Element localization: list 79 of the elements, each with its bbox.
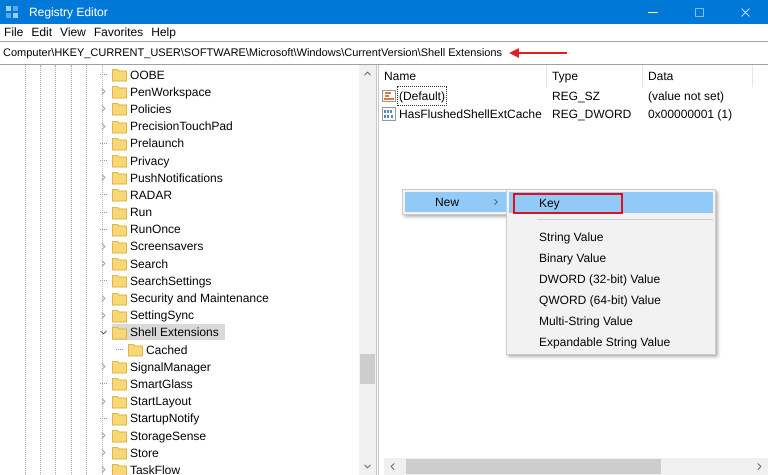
- maximize-icon: [694, 6, 704, 18]
- tree-item[interactable]: PushNotifications: [112, 170, 229, 186]
- folder-icon: [112, 118, 127, 134]
- tree-item[interactable]: TaskFlow: [112, 462, 186, 475]
- folder-icon: [112, 376, 127, 392]
- tree-item[interactable]: Privacy: [112, 152, 176, 169]
- folder-icon: [112, 324, 127, 340]
- tree-item[interactable]: SmartGlass: [112, 376, 199, 392]
- folder-icon: [112, 101, 127, 116]
- tree-item[interactable]: StartLayout: [112, 393, 198, 410]
- folder-icon: [112, 256, 127, 272]
- folder-icon: [112, 170, 127, 186]
- value-type: REG_DWORD: [551, 106, 632, 123]
- menu-item[interactable]: View: [56, 24, 90, 41]
- tree-item[interactable]: SignalManager: [112, 358, 217, 375]
- tree-item[interactable]: Security and Maintenance: [112, 290, 275, 306]
- tree-item[interactable]: PenWorkspace: [112, 84, 218, 100]
- folder-icon: [112, 84, 127, 100]
- folder-icon: [112, 428, 127, 444]
- tree-item[interactable]: Search: [112, 256, 174, 272]
- menu-item[interactable]: String Value: [509, 226, 713, 247]
- annotation-arrow: [509, 48, 568, 58]
- value-name[interactable]: (Default): [398, 87, 446, 105]
- value-data: 0x00000001 (1): [647, 106, 732, 123]
- column-header[interactable]: Type: [547, 65, 643, 87]
- folder-icon: [112, 136, 127, 151]
- folder-icon: [112, 394, 127, 409]
- menu-item[interactable]: File: [0, 24, 28, 41]
- folder-icon: [112, 290, 127, 306]
- tree-item[interactable]: Screensavers: [112, 238, 210, 254]
- tree-item[interactable]: RunOnce: [112, 221, 187, 238]
- window-title: Registry Editor: [29, 4, 108, 21]
- folder-icon: [112, 67, 127, 82]
- address-bar[interactable]: Computer\HKEY_CURRENT_USER\SOFTWARE\Microsoft\Windows\CurrentVersion\Shell Extensions: [0, 44, 506, 62]
- folder-icon: [112, 187, 127, 202]
- menu-item[interactable]: New: [405, 192, 507, 212]
- tree-item[interactable]: PrecisionTouchPad: [112, 118, 239, 134]
- tree-item[interactable]: OOBE: [112, 66, 171, 83]
- menu-item[interactable]: Multi-String Value: [509, 310, 713, 331]
- folder-icon: [128, 342, 143, 358]
- menu-item[interactable]: Expandable String Value: [509, 331, 713, 352]
- folder-icon: [112, 222, 127, 237]
- scroll-thumb[interactable]: [360, 354, 375, 384]
- vertical-scrollbar[interactable]: [359, 65, 376, 475]
- folder-icon: [112, 359, 127, 374]
- tree-item[interactable]: RADAR: [112, 186, 178, 203]
- column-header[interactable]: Data: [643, 65, 753, 87]
- horizontal-scrollbar[interactable]: [384, 458, 768, 475]
- tree-item[interactable]: Cached: [128, 342, 194, 358]
- tree-item[interactable]: SettingSync: [112, 307, 200, 324]
- registry-icon: [5, 5, 19, 19]
- menu-item[interactable]: Binary Value: [509, 247, 713, 268]
- folder-icon: [112, 273, 127, 288]
- tree-item[interactable]: Prelaunch: [112, 135, 190, 152]
- tree-item[interactable]: StorageSense: [112, 428, 212, 444]
- menu-item[interactable]: Favorites: [90, 24, 148, 41]
- folder-icon: [112, 462, 127, 475]
- folder-icon: [112, 204, 127, 220]
- column-header[interactable]: Name: [379, 65, 547, 87]
- scroll-thumb[interactable]: [406, 459, 661, 474]
- tree-item[interactable]: SearchSettings: [112, 272, 218, 289]
- menu-item[interactable]: Help: [147, 24, 180, 41]
- menu-item[interactable]: Edit: [27, 24, 56, 41]
- folder-icon: [112, 410, 127, 426]
- tree-item[interactable]: Policies: [112, 100, 178, 117]
- menu-item[interactable]: Key: [509, 192, 713, 213]
- menu-item[interactable]: DWORD (32-bit) Value: [509, 268, 713, 289]
- tree-item[interactable]: Store: [112, 444, 165, 461]
- folder-icon: [112, 308, 127, 323]
- value-data: (value not set): [647, 88, 724, 105]
- value-name[interactable]: HasFlushedShellExtCache: [398, 105, 543, 123]
- tree-item[interactable]: StartupNotify: [112, 410, 206, 426]
- folder-icon: [112, 238, 127, 254]
- tree-item[interactable]: Run: [112, 204, 158, 220]
- value-type: REG_SZ: [551, 88, 602, 105]
- tree-item[interactable]: Shell Extensions: [112, 324, 225, 340]
- folder-icon: [112, 153, 127, 168]
- folder-icon: [112, 445, 127, 460]
- menu-item[interactable]: QWORD (64-bit) Value: [509, 289, 713, 310]
